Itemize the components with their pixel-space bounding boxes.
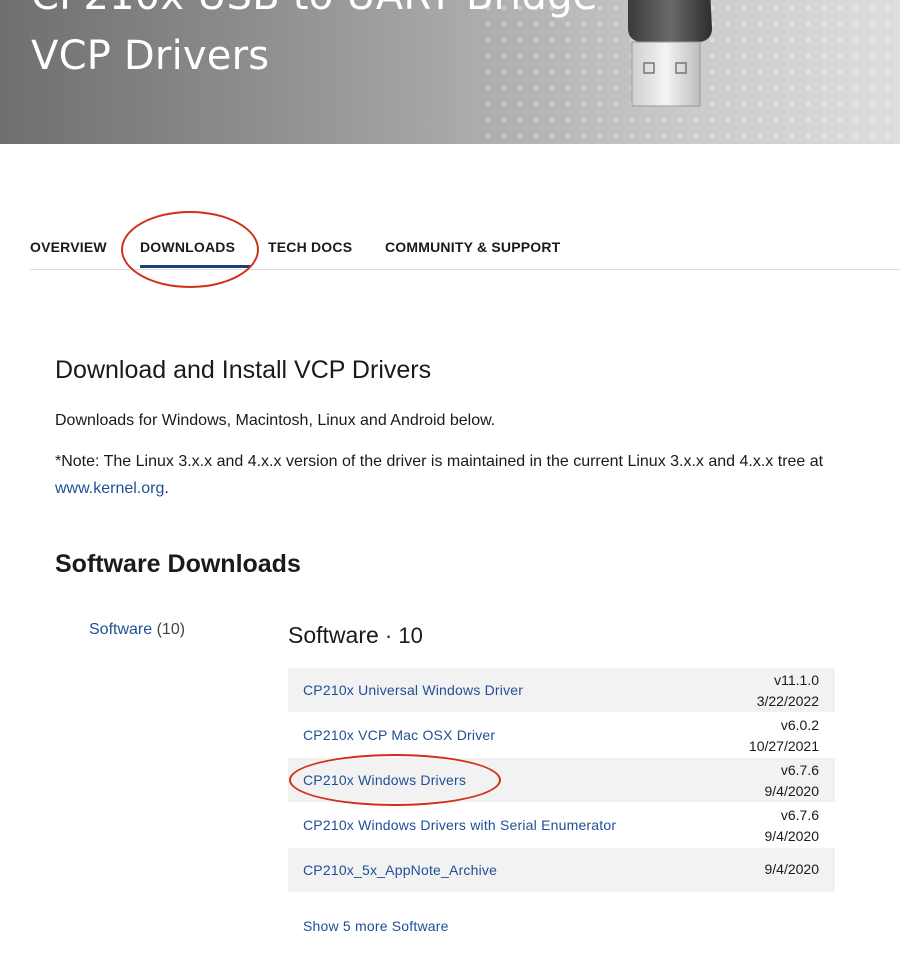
active-tab-underline [140,265,250,268]
software-version: v6.7.6 [780,762,819,778]
software-date: 3/22/2022 [756,693,819,709]
software-date: 9/4/2020 [764,783,820,799]
software-date: 9/4/2020 [764,861,820,877]
software-link[interactable]: CP210x Universal Windows Driver [303,682,523,698]
hero-banner: CP210x USB to UART Bridge VCP Drivers [0,0,900,144]
software-version: v6.0.2 [780,717,819,733]
table-row: CP210x Universal Windows Driver v11.1.0 … [288,668,835,713]
software-version: v11.1.0 [774,672,819,688]
software-list-title: Software [288,622,379,648]
linux-note-end: . [164,480,169,497]
kernel-org-link[interactable]: www.kernel.org [55,480,164,497]
software-filter-count: (10) [156,621,186,638]
table-row: CP210x Windows Drivers with Serial Enume… [288,803,835,848]
section-heading: Download and Install VCP Drivers [55,356,432,384]
usb-plug-image [628,0,712,107]
software-list-count: 10 [398,623,423,648]
show-more-software-link[interactable]: Show 5 more Software [303,918,449,934]
tab-bar: OVERVIEW DOWNLOADS TECH DOCS COMMUNITY &… [30,222,900,270]
table-row: CP210x_5x_AppNote_Archive 9/4/2020 [288,848,835,893]
tab-overview[interactable]: OVERVIEW [30,239,107,255]
table-row: CP210x Windows Drivers v6.7.6 9/4/2020 [288,758,835,803]
software-date: 10/27/2021 [748,738,819,754]
linux-note: *Note: The Linux 3.x.x and 4.x.x version… [55,448,900,502]
software-date: 9/4/2020 [764,828,820,844]
intro-text: Downloads for Windows, Macintosh, Linux … [55,412,496,429]
software-link[interactable]: CP210x Windows Drivers [303,772,466,788]
software-list: CP210x Universal Windows Driver v11.1.0 … [288,668,835,893]
tab-downloads[interactable]: DOWNLOADS [140,239,235,255]
page-title: CP210x USB to UART Bridge VCP Drivers [31,0,651,86]
software-version: v6.7.6 [780,807,819,823]
software-link[interactable]: CP210x_5x_AppNote_Archive [303,862,497,878]
linux-note-text: *Note: The Linux 3.x.x and 4.x.x version… [55,453,824,470]
page-title-line-2: VCP Drivers [31,33,270,79]
software-link[interactable]: CP210x VCP Mac OSX Driver [303,727,495,743]
software-list-separator: · [378,623,399,648]
page-title-line-1: CP210x USB to UART Bridge [31,0,651,26]
software-filter[interactable]: Software (10) [89,621,185,639]
software-downloads-heading: Software Downloads [55,550,301,578]
tab-community-support[interactable]: COMMUNITY & SUPPORT [385,239,560,255]
table-row: CP210x VCP Mac OSX Driver v6.0.2 10/27/2… [288,713,835,758]
tab-tech-docs[interactable]: TECH DOCS [268,239,352,255]
software-filter-label[interactable]: Software [89,621,152,638]
software-link[interactable]: CP210x Windows Drivers with Serial Enume… [303,817,616,833]
software-list-heading: Software · 10 [288,622,423,649]
